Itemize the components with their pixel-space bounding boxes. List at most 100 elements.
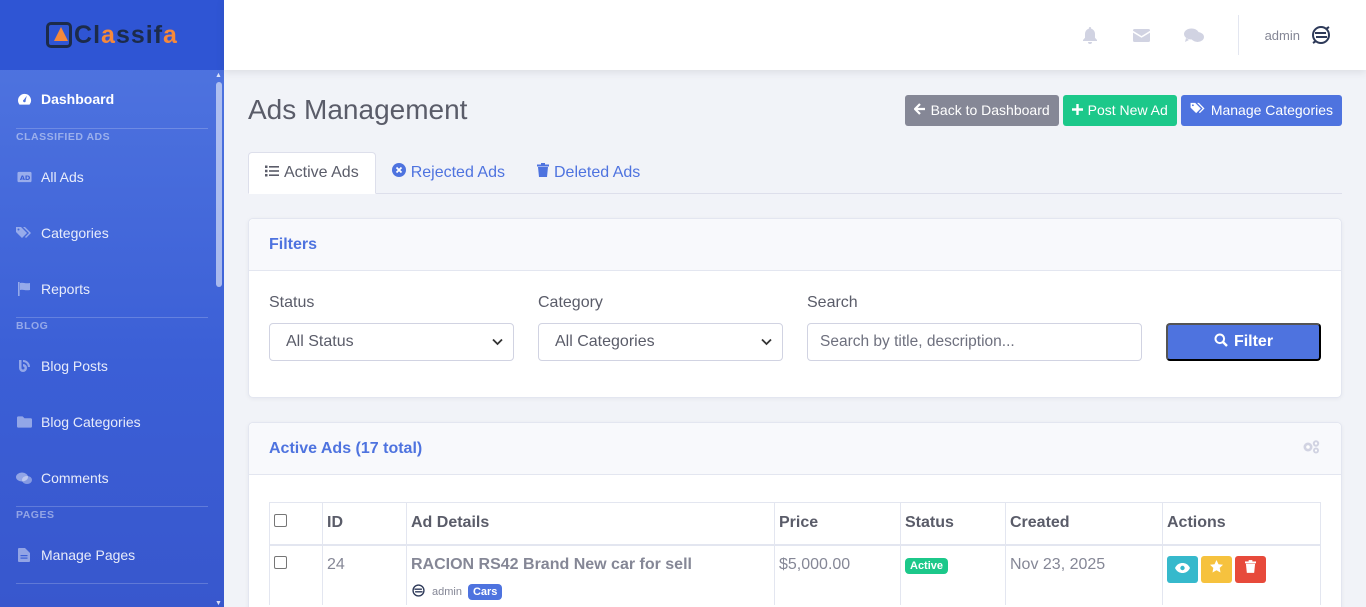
topbar: admin (224, 0, 1366, 70)
trash-icon (536, 163, 549, 182)
sidebar-item-blog-categories[interactable]: Blog Categories (16, 394, 208, 450)
column-header-status[interactable]: Status (900, 502, 1006, 546)
scroll-up-arrow-icon[interactable]: ▲ (215, 72, 222, 79)
sidebar-nav: Dashboard CLASSIFIED ADS AD All Ads Cate… (0, 70, 224, 584)
column-header-details[interactable]: Ad Details (406, 502, 775, 546)
comments-icon[interactable] (1168, 28, 1220, 43)
status-label: Status (269, 294, 315, 311)
row-checkbox[interactable] (274, 555, 287, 569)
chevron-down-icon (492, 335, 503, 349)
ad-status-cell: Active (900, 544, 1006, 605)
blog-icon (16, 359, 32, 373)
sidebar: Classifa Dashboard CLASSIFIED ADS AD All… (0, 0, 224, 607)
svg-text:AD: AD (19, 174, 30, 182)
sidebar-item-label: Comments (41, 470, 109, 486)
folder-icon (16, 415, 32, 429)
row-select-cell (269, 544, 323, 605)
ad-icon: AD (16, 170, 32, 184)
times-circle-icon (391, 163, 406, 182)
filters-title: Filters (269, 235, 318, 253)
ad-title[interactable]: RACION RS42 Brand New car for sell (411, 556, 770, 574)
tachometer-icon (16, 92, 32, 106)
row-actions (1167, 555, 1316, 583)
column-header-id[interactable]: ID (322, 502, 407, 546)
page-title: Ads Management (248, 94, 468, 125)
sidebar-item-label: All Ads (41, 169, 84, 185)
bell-icon[interactable] (1064, 26, 1116, 44)
scrollbar-thumb[interactable] (216, 82, 222, 287)
header-actions: Back to Dashboard Post New Ad Manage Cat… (904, 94, 1342, 126)
column-header-price[interactable]: Price (774, 502, 901, 546)
column-header-created[interactable]: Created (1005, 502, 1163, 546)
tab-deleted-ads[interactable]: Deleted Ads (521, 152, 656, 193)
plus-icon (1071, 102, 1083, 118)
sidebar-item-dashboard[interactable]: Dashboard (16, 70, 208, 128)
feature-button[interactable] (1201, 555, 1232, 583)
sidebar-item-label: Dashboard (41, 91, 115, 107)
avatar[interactable] (1310, 24, 1332, 46)
list-icon (265, 164, 279, 182)
flag-icon (16, 282, 32, 296)
sidebar-item-categories[interactable]: Categories (16, 205, 208, 261)
section-heading: PAGES (16, 509, 55, 521)
status-select[interactable]: All Status (269, 323, 514, 361)
sidebar-item-label: Categories (41, 225, 109, 241)
search-filter-group: Search Search by title, description... (807, 294, 1142, 361)
status-filter-group: Status All Status (269, 294, 514, 361)
category-select[interactable]: All Categories (538, 323, 783, 361)
brand-logo[interactable]: Classifa (0, 0, 224, 70)
cogs-icon[interactable] (1302, 439, 1321, 459)
back-to-dashboard-button[interactable]: Back to Dashboard (904, 94, 1059, 126)
select-all-column (269, 502, 323, 546)
search-label: Search (807, 294, 858, 311)
sidebar-scrollbar[interactable]: ▲ ▼ (215, 72, 222, 607)
filter-button-group: Filter (1166, 323, 1321, 361)
sidebar-item-blog-posts[interactable]: Blog Posts (16, 338, 208, 394)
filters-card: Filters Status All Status Category All C… (248, 218, 1342, 398)
ads-table-wrapper: ID Ad Details Price Status Created Actio… (249, 475, 1341, 605)
eye-icon (1175, 560, 1190, 578)
envelope-icon[interactable] (1116, 28, 1168, 42)
ad-actions-cell (1162, 544, 1321, 605)
sidebar-item-label: Manage Pages (41, 547, 136, 563)
file-icon (16, 548, 32, 562)
tags-icon (1190, 102, 1206, 118)
delete-button[interactable] (1235, 555, 1266, 583)
ad-price: $5,000.00 (774, 544, 901, 605)
star-icon (1210, 560, 1223, 578)
sidebar-item-manage-pages[interactable]: Manage Pages (16, 527, 208, 583)
sidebar-item-label: Blog Posts (41, 358, 108, 374)
view-button[interactable] (1167, 555, 1198, 583)
select-all-checkbox[interactable] (274, 514, 287, 528)
tab-rejected-ads[interactable]: Rejected Ads (376, 152, 521, 193)
chevron-down-icon (761, 335, 772, 349)
logo-icon (46, 22, 73, 48)
scroll-down-arrow-icon[interactable]: ▼ (215, 600, 222, 607)
ad-details-cell: RACION RS42 Brand New car for sell admin… (406, 544, 775, 605)
table-row: 24 RACION RS42 Brand New car for sell ad… (269, 544, 1321, 605)
ad-meta: admin Cars (411, 583, 770, 601)
sidebar-item-label: Reports (41, 281, 91, 297)
author-avatar-icon (411, 583, 426, 601)
category-badge: Cars (467, 583, 503, 600)
sidebar-item-reports[interactable]: Reports (16, 261, 208, 317)
main-content: Ads Management Back to Dashboard Post Ne… (248, 70, 1342, 607)
divider (16, 583, 208, 584)
active-ads-card: Active Ads (17 total) ID Ad Details Pric… (248, 422, 1342, 607)
tab-active-ads[interactable]: Active Ads (248, 152, 376, 194)
post-new-ad-button[interactable]: Post New Ad (1062, 94, 1177, 126)
active-ads-header: Active Ads (17 total) (249, 423, 1341, 475)
column-header-actions: Actions (1162, 502, 1321, 546)
sidebar-item-all-ads[interactable]: AD All Ads (16, 149, 208, 205)
user-name[interactable]: admin (1265, 28, 1300, 43)
table-header-row: ID Ad Details Price Status Created Actio… (269, 502, 1321, 546)
filters-header: Filters (249, 219, 1341, 271)
ad-id: 24 (322, 544, 407, 605)
active-ads-title: Active Ads (17 total) (269, 439, 423, 457)
filter-button[interactable]: Filter (1166, 323, 1321, 361)
sidebar-item-comments[interactable]: Comments (16, 450, 208, 506)
search-input[interactable]: Search by title, description... (807, 323, 1142, 361)
manage-categories-button[interactable]: Manage Categories (1180, 94, 1342, 126)
topbar-divider (1237, 15, 1239, 55)
ads-tabs: Active Ads Rejected Ads Deleted Ads (248, 152, 1342, 194)
